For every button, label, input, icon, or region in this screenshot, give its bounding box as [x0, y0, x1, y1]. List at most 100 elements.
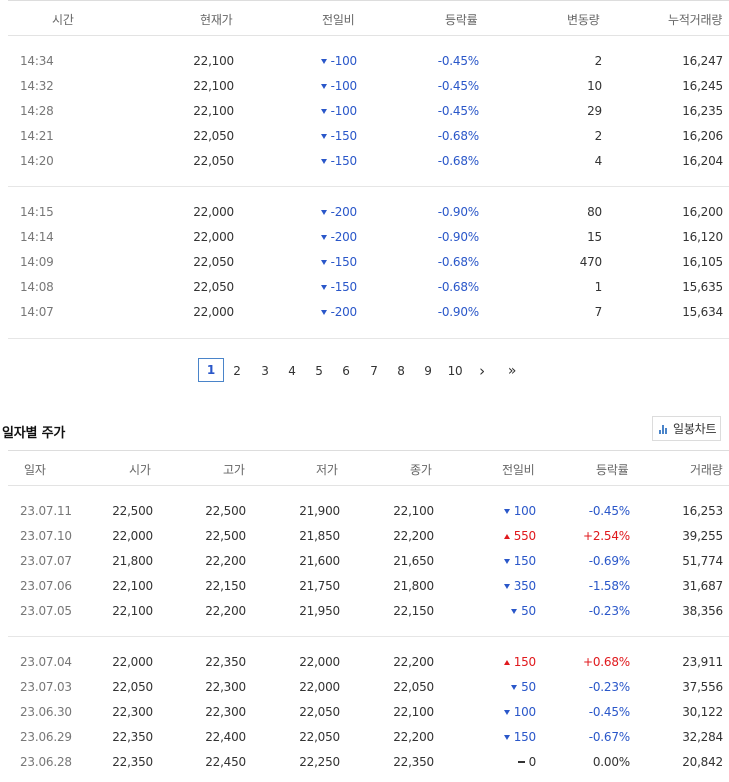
daily-change-cell: 550: [503, 529, 536, 543]
cumvolume-cell: 16,247: [682, 54, 723, 68]
next-page-icon[interactable]: ›: [470, 360, 494, 382]
page-link-2[interactable]: 2: [225, 360, 249, 382]
volume-cell: 29: [587, 104, 602, 118]
daily-change-cell: 100: [503, 705, 536, 719]
flat-dash-icon: [517, 761, 525, 763]
page-link-6[interactable]: 6: [334, 360, 358, 382]
high-cell: 22,150: [205, 579, 246, 593]
down-arrow-icon: [320, 84, 327, 89]
cumvolume-cell: 16,206: [682, 129, 723, 143]
cumvolume-cell: 16,204: [682, 154, 723, 168]
table-row: 14:09 22,050 -150 -0.68% 470 16,105: [8, 249, 729, 274]
down-arrow-icon: [503, 509, 510, 514]
table-row: 23.07.11 22,500 22,500 21,900 22,100 100 -0.45…: [8, 498, 729, 523]
daily-rate-cell: -1.58%: [588, 579, 630, 593]
table-row: 14:34 22,100 -100 -0.45% 2 16,247: [8, 48, 729, 73]
date-cell: 23.07.05: [20, 604, 72, 618]
high-cell: 22,500: [205, 529, 246, 543]
price-cell: 22,100: [193, 54, 234, 68]
page-link-3[interactable]: 3: [253, 360, 277, 382]
open-cell: 22,300: [112, 705, 153, 719]
time-cell: 14:34: [20, 54, 54, 68]
daily-change-cell: 50: [511, 604, 536, 618]
daily-change-cell: 50: [511, 680, 536, 694]
cumvolume-cell: 16,120: [682, 230, 723, 244]
daily-rate-cell: -0.69%: [588, 554, 630, 568]
down-arrow-icon: [320, 210, 327, 215]
col-daily-change-header: 전일비: [502, 463, 535, 477]
open-cell: 22,500: [112, 504, 153, 518]
open-cell: 22,000: [112, 529, 153, 543]
time-cell: 14:21: [20, 129, 54, 143]
high-cell: 22,200: [205, 554, 246, 568]
page-link-4[interactable]: 4: [280, 360, 304, 382]
high-cell: 22,500: [205, 504, 246, 518]
date-cell: 23.06.28: [20, 755, 72, 769]
change-cell: -100: [320, 79, 357, 93]
table-row: 14:32 22,100 -100 -0.45% 10 16,245: [8, 73, 729, 98]
rate-cell: -0.68%: [437, 280, 479, 294]
table-row: 23.07.04 22,000 22,350 22,000 22,200 150 +0.68…: [8, 649, 729, 674]
change-cell: -200: [320, 230, 357, 244]
down-arrow-icon: [320, 59, 327, 64]
close-cell: 22,350: [393, 755, 434, 769]
page-link-8[interactable]: 8: [389, 360, 413, 382]
change-cell: -150: [320, 280, 357, 294]
close-cell: 22,150: [393, 604, 434, 618]
price-cell: 22,100: [193, 104, 234, 118]
page-link-10[interactable]: 10: [443, 360, 467, 382]
price-cell: 22,000: [193, 305, 234, 319]
page-link-9[interactable]: 9: [416, 360, 440, 382]
col-open-header: 시가: [129, 463, 151, 477]
change-cell: -200: [320, 305, 358, 319]
daily-rate-cell: -0.23%: [588, 604, 630, 618]
open-cell: 22,000: [112, 655, 153, 669]
page-link-5[interactable]: 5: [307, 360, 331, 382]
col-high-header: 고가: [223, 463, 245, 477]
daily-rate-cell: -0.45%: [588, 504, 630, 518]
page-link-1[interactable]: 1: [198, 358, 224, 382]
change-cell: -150: [320, 154, 357, 168]
rate-cell: -0.45%: [437, 104, 479, 118]
daily-rate-cell: +0.68%: [583, 655, 630, 669]
low-cell: 21,850: [299, 529, 340, 543]
price-cell: 22,050: [193, 154, 234, 168]
rate-cell: -0.45%: [437, 79, 479, 93]
open-cell: 21,800: [112, 554, 153, 568]
close-cell: 21,650: [393, 554, 434, 568]
time-cell: 14:15: [20, 205, 54, 219]
table-row: 23.06.28 22,350 22,450 22,250 22,350 0 0.00% 20…: [8, 749, 729, 774]
col-change-header: 전일비: [322, 13, 355, 27]
table-row: 14:14 22,000 -200 -0.90% 15 16,120: [8, 224, 729, 249]
low-cell: 21,950: [299, 604, 340, 618]
table-row: 23.07.05 22,100 22,200 21,950 22,150 50 -0.23%…: [8, 598, 729, 623]
close-cell: 22,100: [393, 705, 434, 719]
price-cell: 22,050: [193, 280, 234, 294]
daily-change-cell: 150: [503, 730, 536, 744]
cumvolume-cell: 16,245: [682, 79, 723, 93]
change-value: -150: [330, 255, 358, 269]
daily-rate-cell: -0.67%: [588, 730, 630, 744]
close-cell: 22,200: [393, 655, 434, 669]
pagination: 1 2 3 4 5 6 7 8 9 10 › »: [0, 356, 721, 384]
daily-rate-cell: -0.45%: [588, 705, 630, 719]
high-cell: 22,400: [205, 730, 246, 744]
rate-cell: -0.68%: [437, 129, 479, 143]
daily-change-cell: 150: [503, 655, 536, 669]
open-cell: 22,350: [112, 730, 153, 744]
change-value: -200: [330, 305, 358, 319]
down-arrow-icon: [320, 235, 327, 240]
cumvolume-cell: 16,200: [682, 205, 723, 219]
last-page-icon[interactable]: »: [500, 360, 524, 382]
close-cell: 22,200: [393, 529, 434, 543]
daily-chart-button[interactable]: 일봉차트: [652, 416, 721, 441]
page-link-7[interactable]: 7: [362, 360, 386, 382]
close-cell: 22,200: [393, 730, 434, 744]
low-cell: 21,600: [299, 554, 340, 568]
change-value: -100: [330, 104, 358, 118]
up-arrow-icon: [503, 660, 510, 665]
daily-change-value: 50: [521, 680, 536, 694]
close-cell: 21,800: [393, 579, 434, 593]
